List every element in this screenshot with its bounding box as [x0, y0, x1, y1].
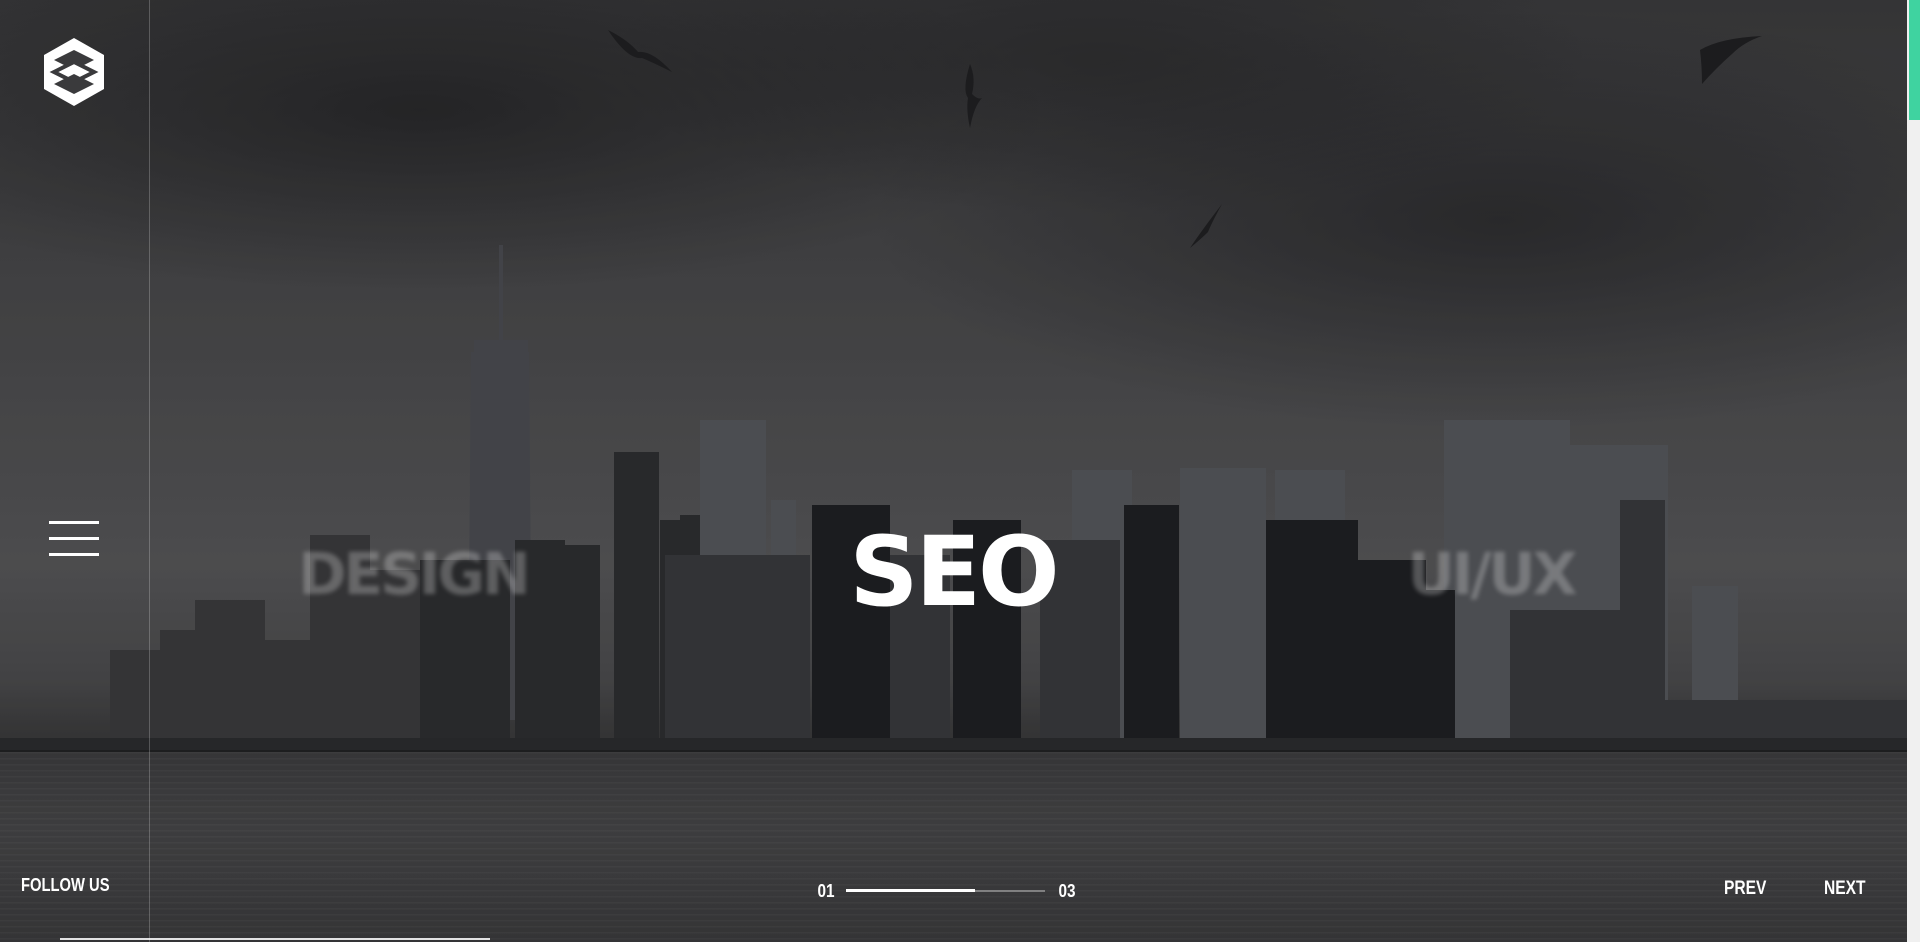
follow-us-link[interactable]: FOLLOW US [21, 875, 110, 896]
slide-progress-bar [846, 889, 1045, 892]
slide-title-next[interactable]: UI/UX [1341, 542, 1641, 606]
scrollbar-thumb[interactable] [1909, 0, 1920, 120]
slide-counter-total: 03 [1058, 881, 1076, 901]
next-button[interactable]: NEXT [1824, 878, 1866, 900]
hamburger-menu-icon[interactable] [49, 521, 99, 557]
slide-title-prev[interactable]: DESIGN [263, 542, 563, 606]
bottom-line-divider [60, 938, 490, 940]
page-scrollbar[interactable] [1907, 0, 1920, 942]
sidebar-divider [149, 0, 150, 942]
slide-progress-fill [846, 889, 976, 892]
prev-button[interactable]: PREV [1724, 878, 1766, 900]
hexagon-logo-icon[interactable] [40, 36, 108, 108]
dark-overlay [0, 0, 1920, 942]
slide-counter-current: 01 [817, 881, 835, 901]
slide-title-active: SEO [849, 516, 1059, 628]
hero-page: FOLLOW US DESIGN SEO UI/UX 01 03 PREV NE… [0, 0, 1920, 942]
